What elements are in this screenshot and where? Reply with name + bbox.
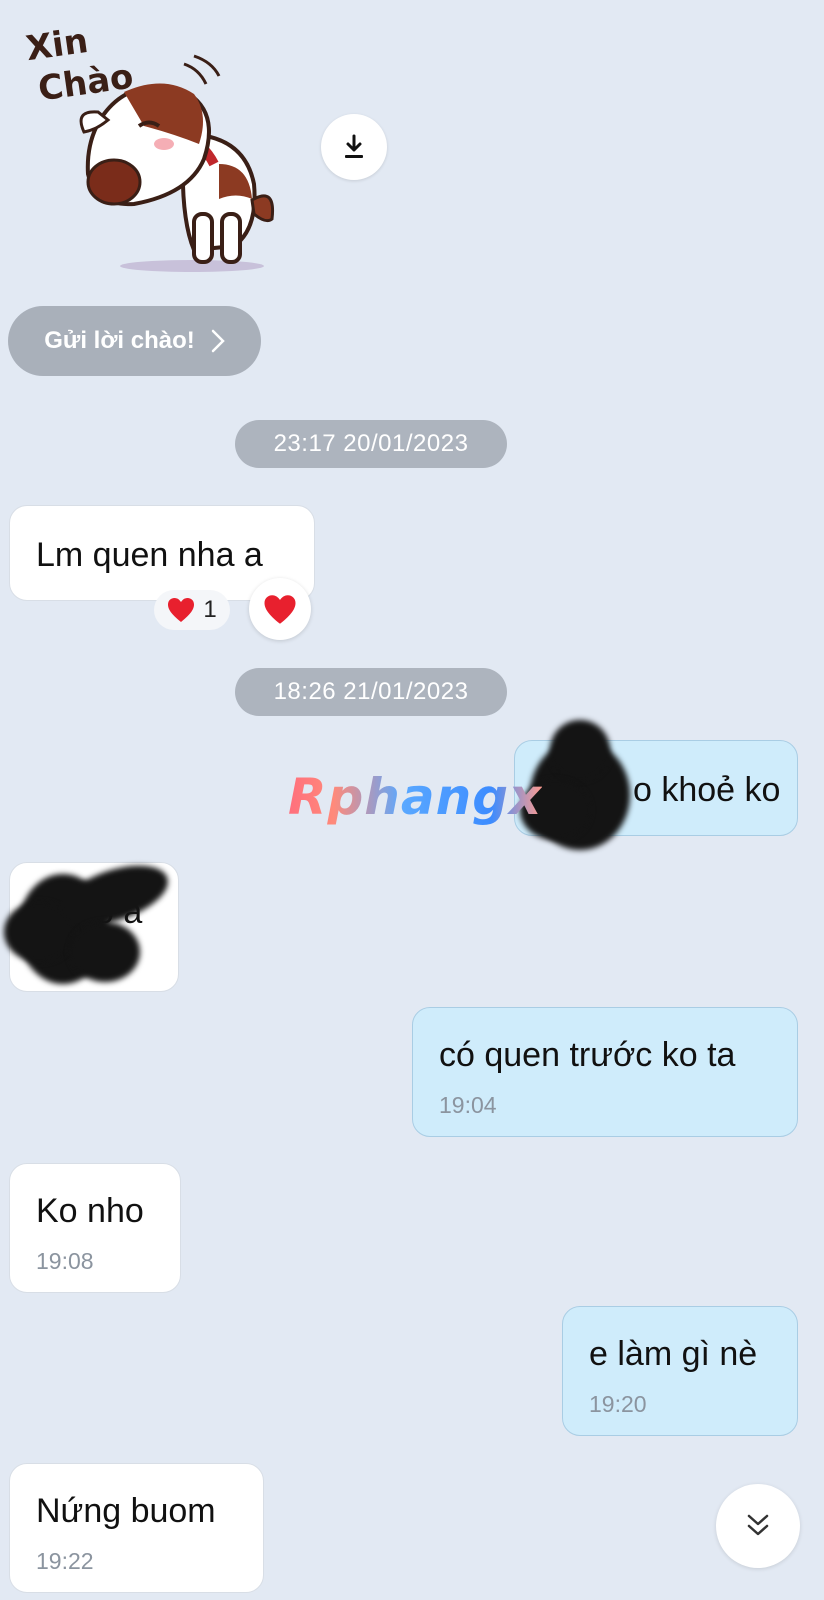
react-heart-button[interactable]	[249, 578, 311, 640]
scroll-to-bottom-button[interactable]	[716, 1484, 800, 1568]
send-greeting-button[interactable]: Gửi lời chào!	[8, 306, 261, 376]
watermark-logo: Rphangx	[288, 768, 543, 826]
reaction-count: 1	[203, 596, 217, 623]
message-time: 19:20	[589, 1391, 647, 1417]
message-time: 19:04	[439, 1092, 497, 1118]
redaction-scribble	[0, 854, 180, 992]
greeting-sticker[interactable]: Xin Chào	[14, 14, 284, 276]
message-time: 19:08	[36, 1248, 94, 1274]
message-text: Nứng buom	[36, 1492, 216, 1530]
message-time: 19:22	[36, 1548, 94, 1574]
message-bubble-outgoing[interactable]: e làm gì nè 19:20	[562, 1306, 798, 1436]
heart-icon	[168, 598, 195, 622]
double-chevron-down-icon	[747, 1514, 769, 1536]
reaction-count-chip[interactable]: 1	[154, 590, 230, 630]
date-separator: 23:17 20/01/2023	[235, 420, 507, 468]
date-separator: 18:26 21/01/2023	[235, 668, 507, 716]
download-icon	[345, 134, 363, 158]
message-bubble-incoming[interactable]: Nứng buom 19:22	[9, 1463, 264, 1593]
chevron-right-icon	[211, 329, 225, 353]
heart-icon	[264, 594, 296, 624]
sticker-text-xin: Xin	[23, 20, 91, 70]
message-text: Lm quen nha a	[36, 536, 263, 574]
download-sticker-button[interactable]	[321, 114, 387, 180]
message-bubble-incoming[interactable]: Ko nho 19:08	[9, 1163, 181, 1293]
message-text: o khoẻ ko	[633, 771, 781, 809]
send-greeting-label: Gửi lời chào!	[44, 327, 195, 354]
message-text: Ko nho	[36, 1192, 144, 1230]
message-bubble-outgoing[interactable]: có quen trước ko ta 19:04	[412, 1007, 798, 1137]
message-text: e làm gì nè	[589, 1335, 758, 1373]
message-text: có quen trước ko ta	[439, 1036, 736, 1074]
